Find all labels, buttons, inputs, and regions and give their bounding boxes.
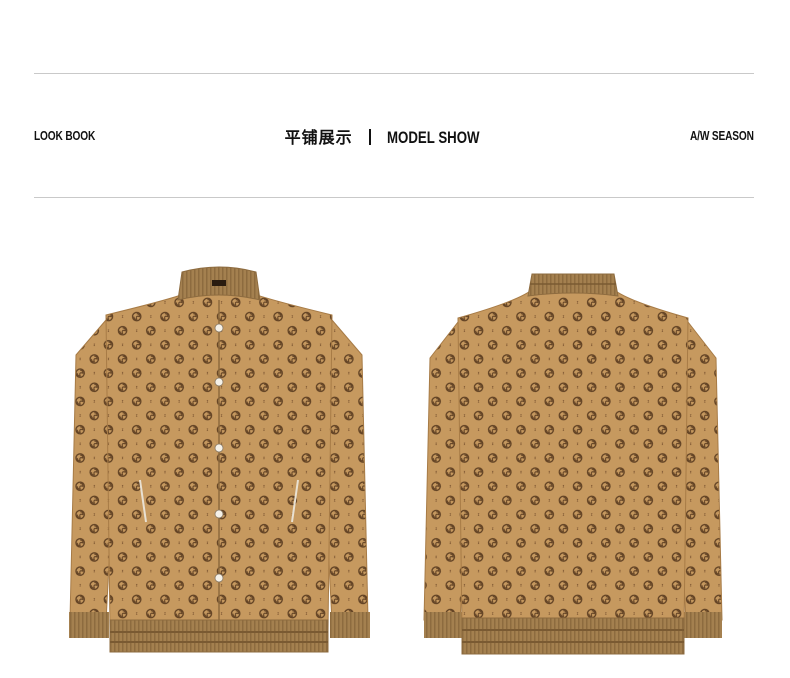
bottom-divider: [34, 197, 754, 198]
season-label: A/W SEASON: [690, 128, 754, 143]
title-separator: [368, 129, 371, 145]
section-title-en: MODEL SHOW: [386, 128, 480, 147]
section-title: 平铺展示 MODEL SHOW: [0, 124, 790, 148]
jacket-front-image: [66, 260, 372, 660]
top-divider: [34, 73, 754, 74]
section-title-cn: 平铺展示: [284, 130, 353, 147]
jacket-back-image: [422, 260, 724, 660]
